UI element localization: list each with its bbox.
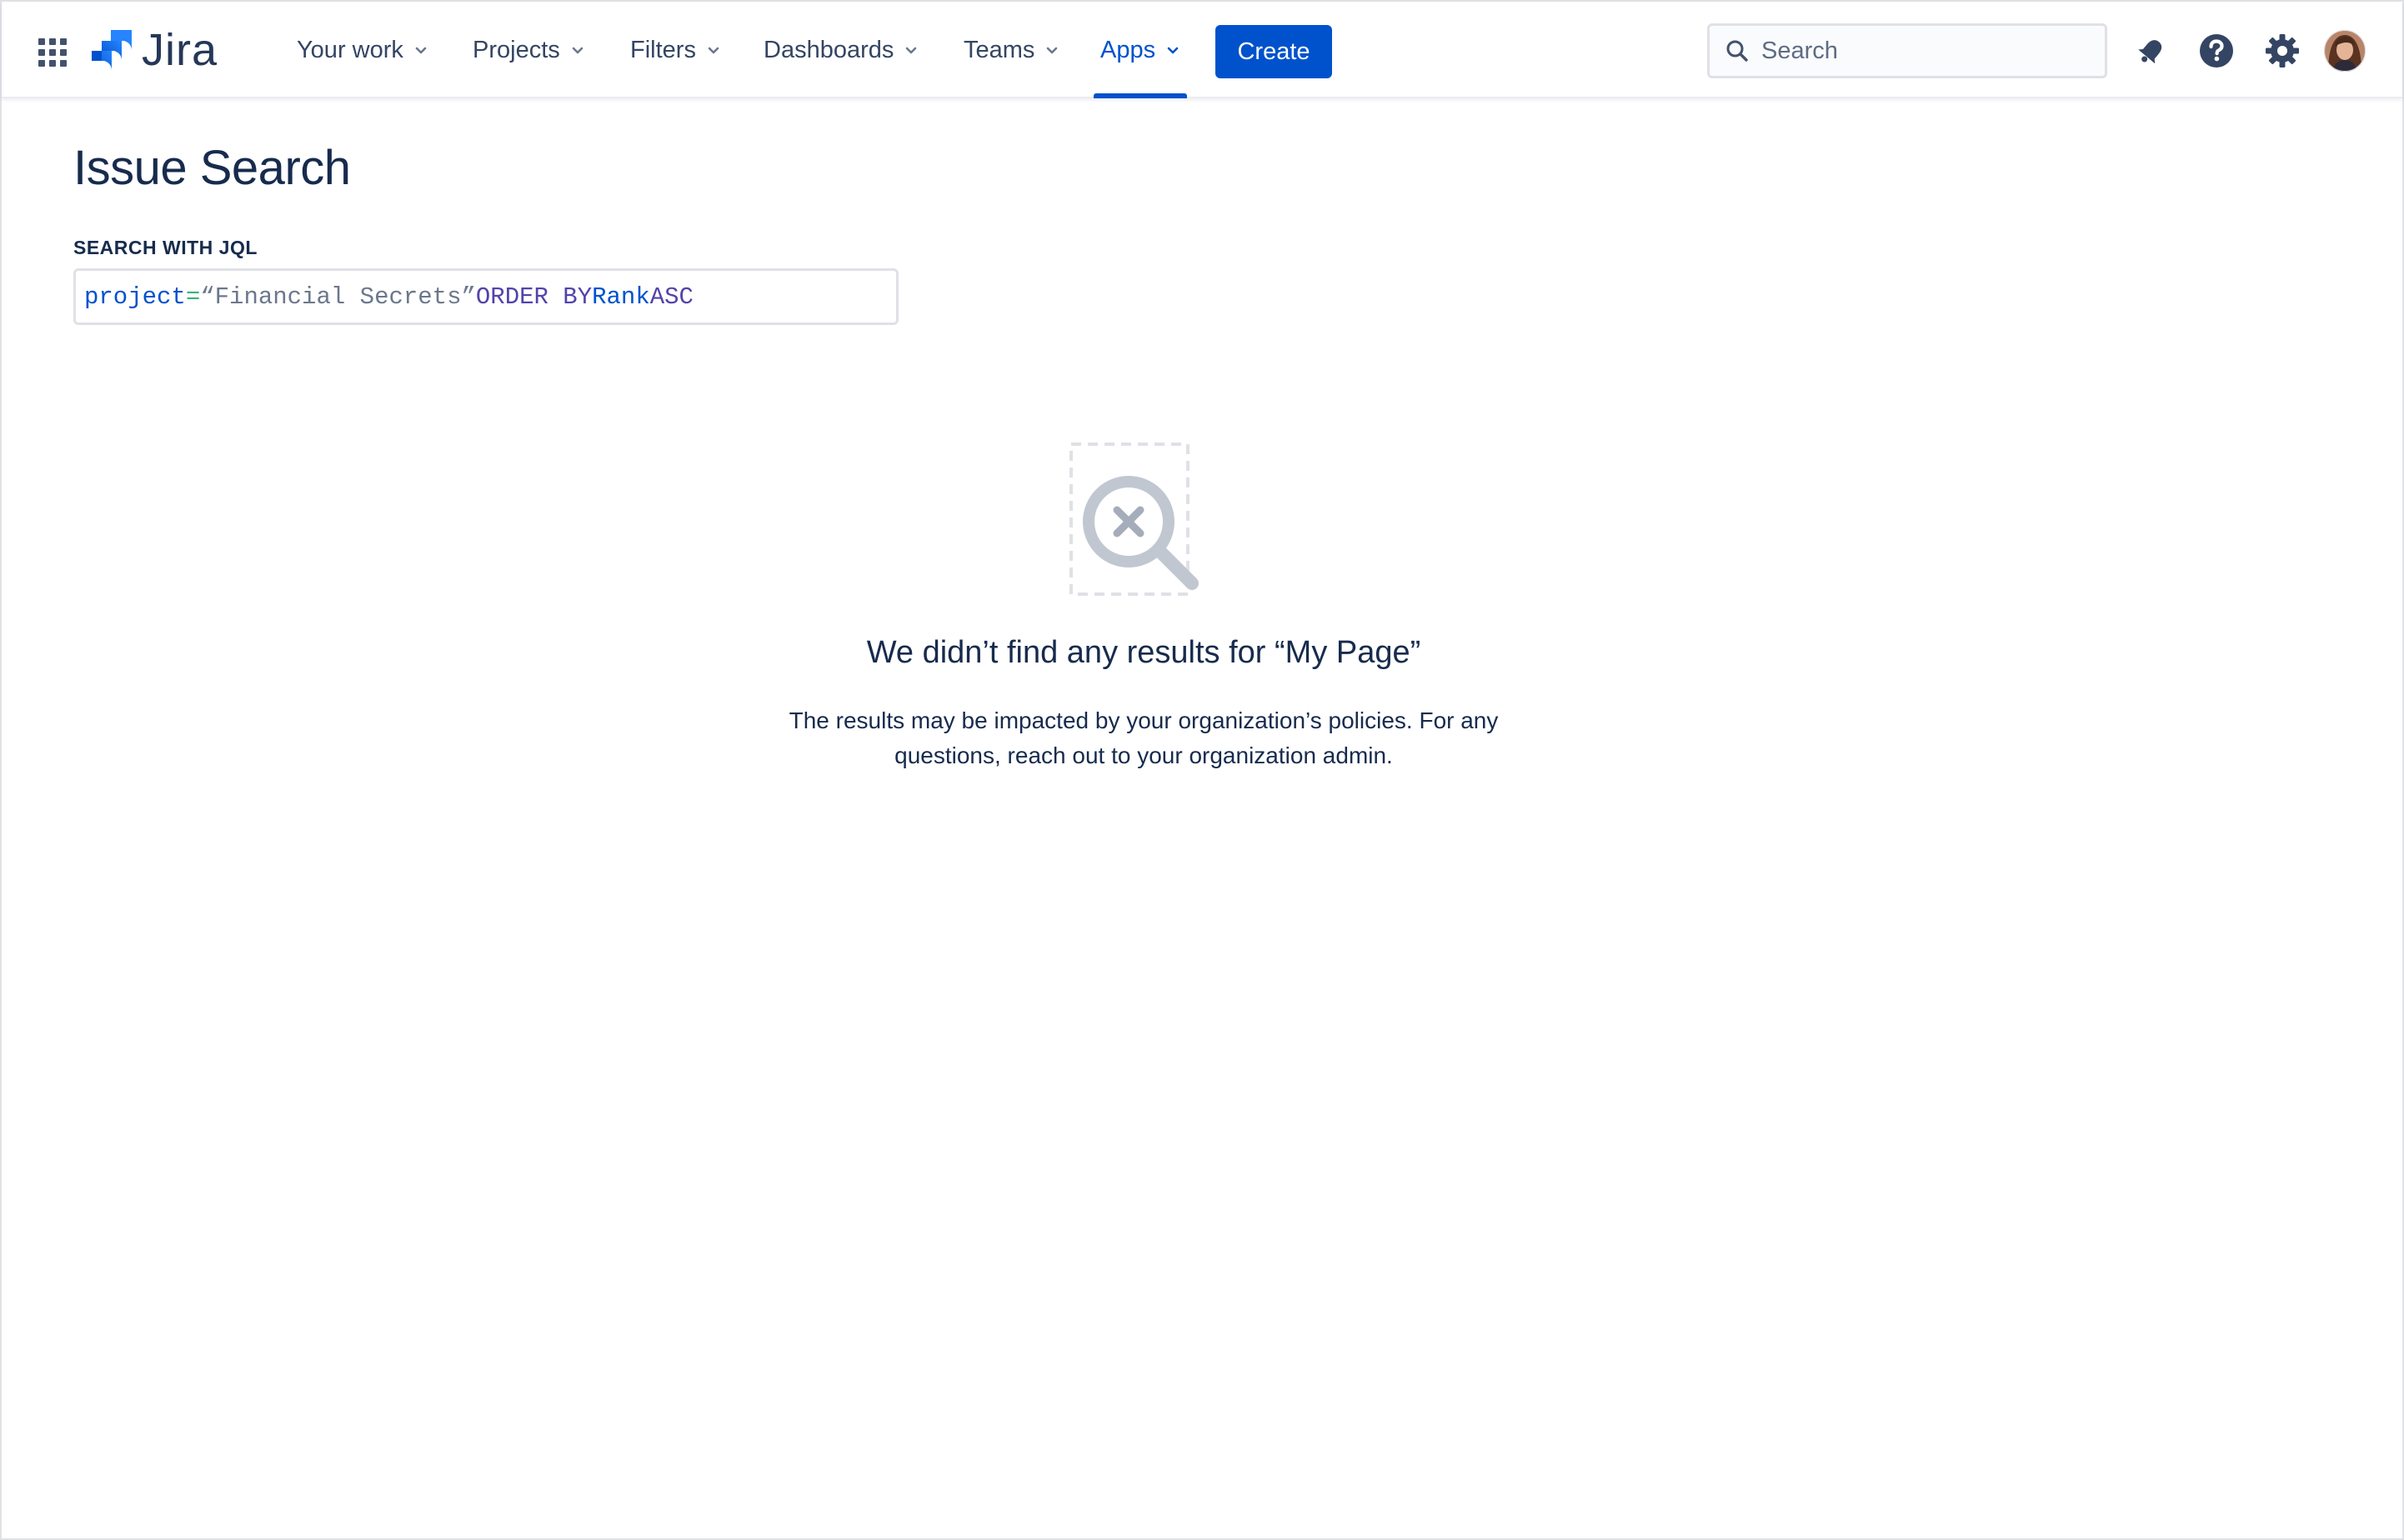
settings-button[interactable] bbox=[2263, 32, 2301, 70]
chevron-down-icon bbox=[572, 47, 583, 54]
help-icon bbox=[2200, 34, 2233, 68]
notifications-icon bbox=[2138, 40, 2162, 64]
search-input[interactable] bbox=[1761, 37, 2095, 65]
avatar[interactable] bbox=[2324, 30, 2366, 72]
notifications-button[interactable] bbox=[2132, 32, 2171, 70]
chevron-down-icon bbox=[1047, 47, 1058, 54]
jql-operator: = bbox=[185, 282, 201, 311]
top-navigation: Jira Your work Projects Filters Dashboar… bbox=[2, 2, 2402, 98]
no-results-search-icon bbox=[1069, 442, 1199, 596]
nav-projects[interactable]: Projects bbox=[473, 2, 585, 98]
page-title: Issue Search bbox=[73, 141, 351, 195]
chevron-down-icon bbox=[415, 47, 427, 54]
empty-state-description: The results may be impacted by your orga… bbox=[789, 708, 1499, 768]
jql-order-by: ORDER BY bbox=[475, 282, 593, 311]
jql-label: SEARCH WITH JQL bbox=[73, 237, 258, 258]
app-switcher-icon[interactable] bbox=[38, 38, 67, 67]
jql-field: project bbox=[84, 282, 186, 311]
app-name: Jira bbox=[142, 25, 218, 75]
chevron-down-icon bbox=[1167, 47, 1179, 54]
jql-direction: ASC bbox=[649, 282, 694, 311]
help-button[interactable] bbox=[2197, 32, 2236, 70]
settings-icon bbox=[2266, 34, 2299, 68]
nav-teams[interactable]: Teams bbox=[964, 2, 1059, 98]
nav-dashboards-label: Dashboards bbox=[764, 36, 894, 63]
user-avatar-image bbox=[2324, 30, 2366, 72]
nav-apps[interactable]: Apps bbox=[1093, 2, 1188, 98]
jql-input[interactable]: project = “Financial Secrets” ORDER BY R… bbox=[73, 268, 899, 325]
empty-state-title: We didn’t find any results for “My Page” bbox=[866, 635, 1421, 670]
jql-value: “Financial Secrets” bbox=[200, 282, 476, 311]
search-icon bbox=[1726, 40, 1748, 62]
chevron-down-icon bbox=[906, 47, 917, 54]
nav-dashboards[interactable]: Dashboards bbox=[764, 2, 919, 98]
nav-your-work[interactable]: Your work bbox=[297, 2, 428, 98]
nav-apps-label: Apps bbox=[1100, 36, 1156, 63]
nav-filters[interactable]: Filters bbox=[630, 2, 721, 98]
search-box[interactable] bbox=[1707, 23, 2107, 78]
create-button[interactable]: Create bbox=[1215, 25, 1332, 78]
chevron-down-icon bbox=[708, 47, 719, 54]
nav-projects-label: Projects bbox=[473, 36, 560, 63]
jira-logo[interactable]: Jira bbox=[88, 25, 218, 75]
nav-filters-label: Filters bbox=[630, 36, 696, 63]
jql-order-field: Rank bbox=[592, 282, 650, 311]
nav-your-work-label: Your work bbox=[297, 36, 403, 63]
app-frame: Jira Your work Projects Filters Dashboar… bbox=[0, 0, 2404, 1540]
nav-teams-label: Teams bbox=[964, 36, 1035, 63]
jira-logo-icon bbox=[92, 30, 132, 71]
